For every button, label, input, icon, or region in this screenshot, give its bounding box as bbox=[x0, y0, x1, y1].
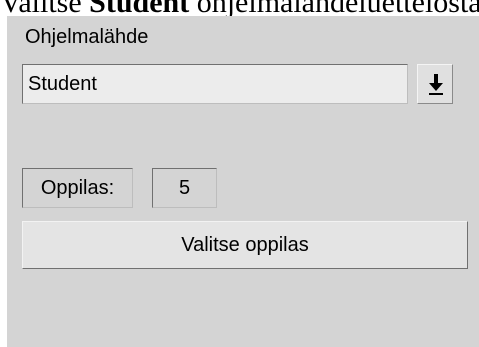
program-source-select[interactable]: Student bbox=[22, 64, 408, 104]
down-arrow-icon bbox=[429, 74, 443, 95]
student-label: Oppilas: bbox=[22, 168, 133, 208]
select-student-button[interactable]: Valitse oppilas bbox=[22, 221, 468, 269]
panel-title: Ohjelmalähde bbox=[25, 26, 149, 48]
student-number-field[interactable]: 5 bbox=[152, 168, 217, 208]
program-source-panel: Ohjelmalähde Student Oppilas: 5 Valitse … bbox=[7, 16, 479, 347]
dropdown-button[interactable] bbox=[417, 64, 453, 104]
stage: Valitse Student ohjelmalähdeluettelosta … bbox=[0, 0, 479, 347]
